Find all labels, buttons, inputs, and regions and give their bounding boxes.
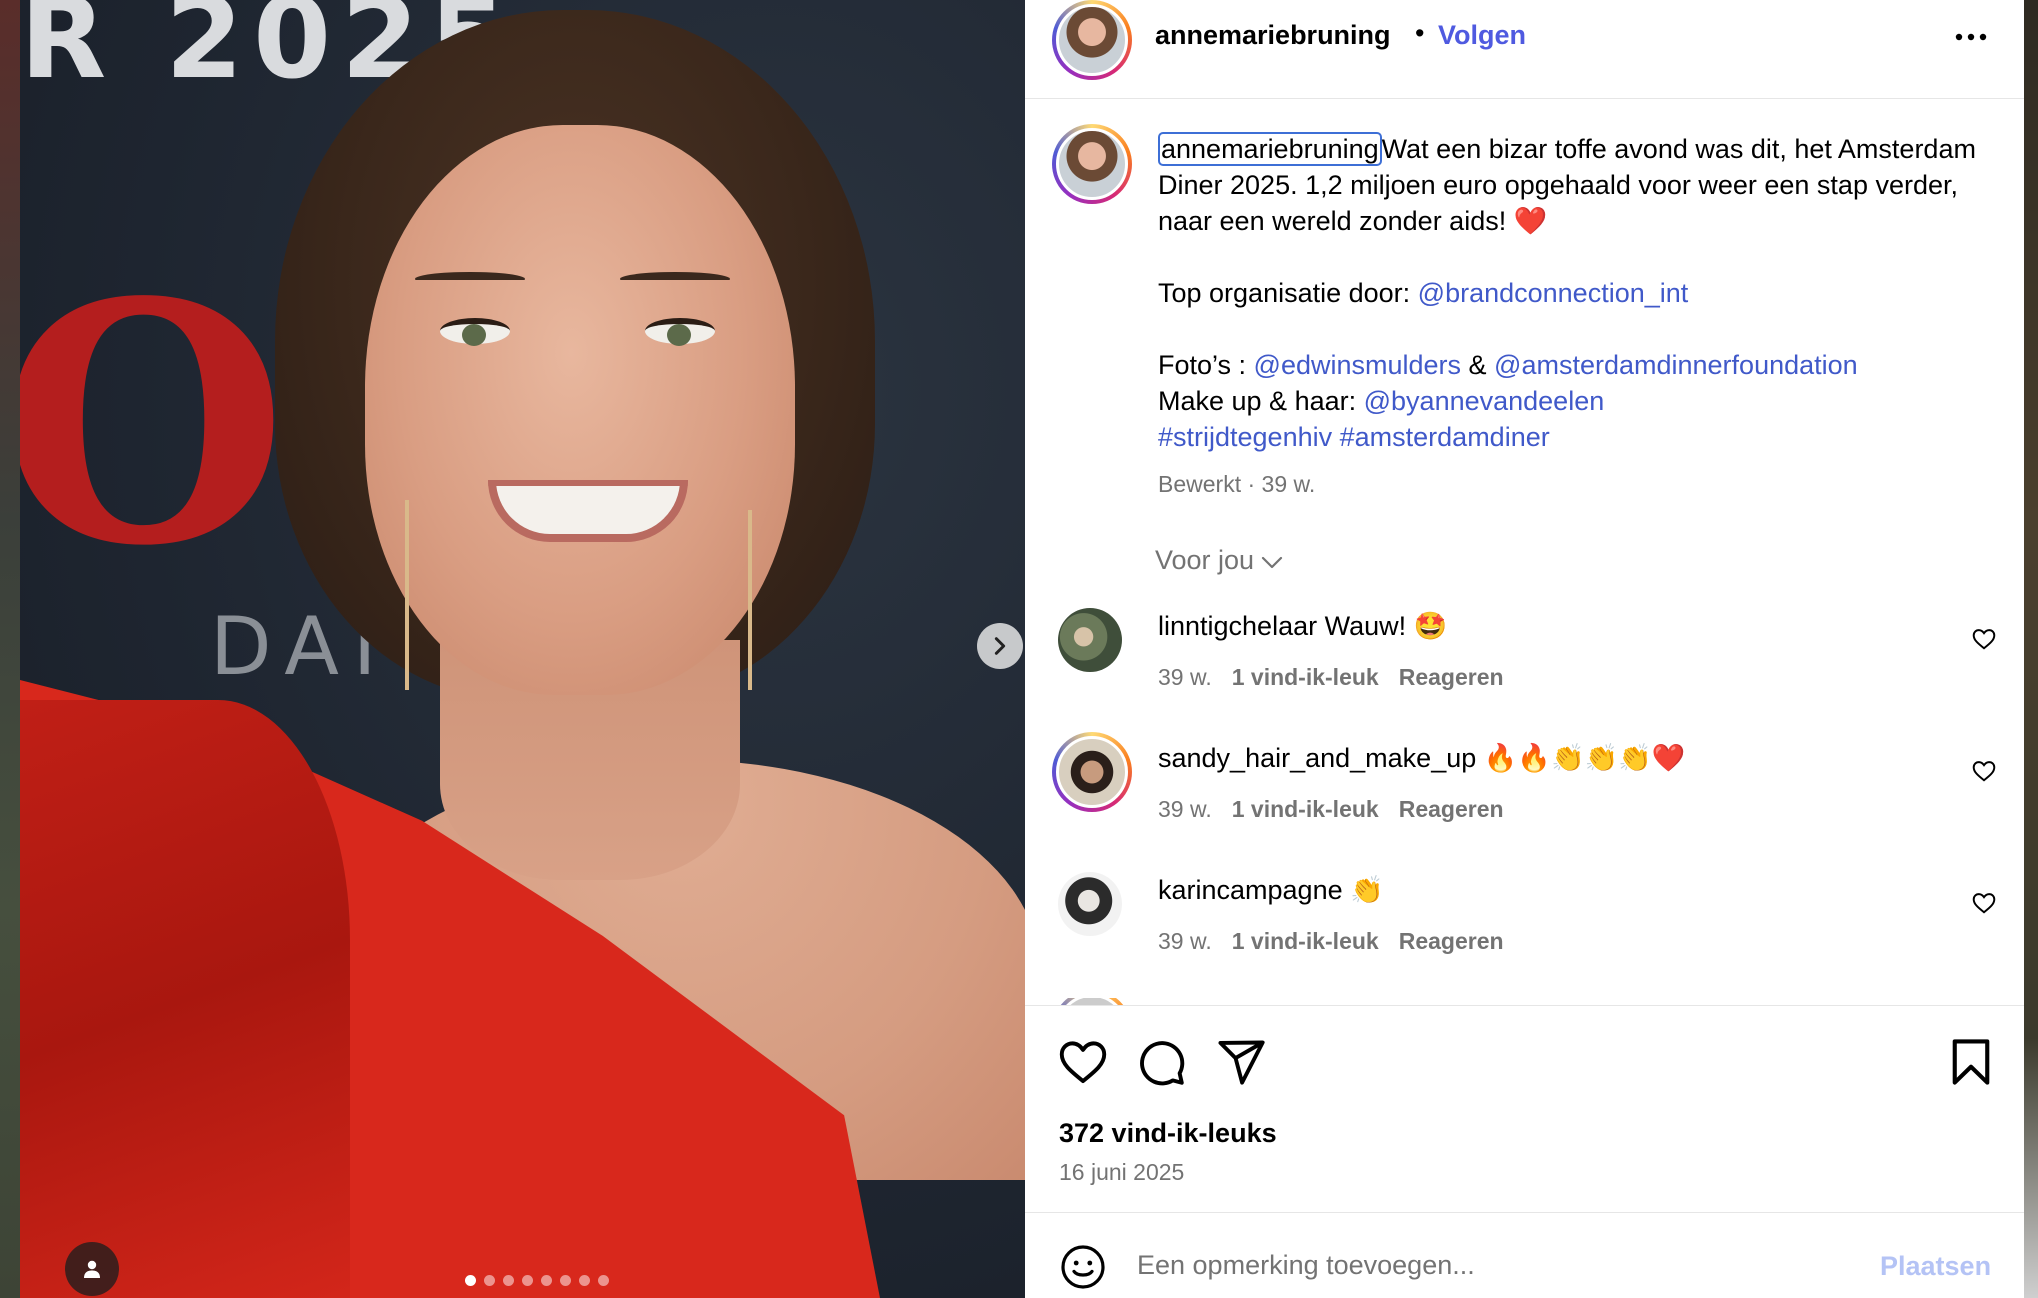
- author-username[interactable]: annemariebruning: [1155, 20, 1391, 51]
- comment-icon[interactable]: [1135, 1036, 1187, 1088]
- comment-text: 👏: [1350, 875, 1384, 905]
- commenter-avatar[interactable]: [1052, 732, 1132, 812]
- photo-earring: [748, 510, 752, 690]
- comment-item: sandy_hair_and_make_up 🔥🔥👏👏👏❤️ 39 w. 1 vi…: [1025, 732, 2024, 850]
- carousel-dot: [598, 1275, 609, 1286]
- photo-dress-ruffle: [20, 700, 350, 1298]
- comment-meta: 39 w. 1 vind-ik-leuk Reageren: [1158, 664, 1524, 691]
- comment-age: 39 w.: [1158, 796, 1212, 822]
- share-icon[interactable]: [1215, 1036, 1267, 1088]
- mention-link[interactable]: @edwinsmulders: [1254, 350, 1461, 380]
- post-comment-button[interactable]: Plaatsen: [1880, 1251, 1991, 1282]
- carousel-dot: [560, 1275, 571, 1286]
- caption-photos-prefix: Foto’s :: [1158, 350, 1254, 380]
- comment-item: linntigchelaar Wauw! 🤩 39 w. 1 vind-ik-le…: [1025, 608, 2024, 718]
- comment-likes[interactable]: 1 vind-ik-leuk: [1232, 664, 1379, 690]
- carousel-dot: [541, 1275, 552, 1286]
- comment-text-line: linntigchelaar Wauw! 🤩: [1158, 610, 1447, 642]
- commenter-username[interactable]: karincampagne: [1158, 875, 1343, 905]
- comment-item: karincampagne 👏 39 w. 1 vind-ik-leuk Reage…: [1025, 872, 2024, 982]
- caption-org-prefix: Top organisatie door:: [1158, 278, 1418, 308]
- carousel-dot: [465, 1275, 476, 1286]
- person-icon: [84, 1260, 100, 1278]
- header-separator: •: [1415, 18, 1425, 48]
- heart-icon[interactable]: [1057, 1036, 1109, 1088]
- comment-heart-icon[interactable]: [1971, 758, 1997, 784]
- more-options-button[interactable]: [1953, 17, 1997, 57]
- comment-likes[interactable]: 1 vind-ik-leuk: [1232, 796, 1379, 822]
- follow-button[interactable]: Volgen: [1438, 20, 1526, 51]
- photo-face: [365, 125, 795, 695]
- hashtag-link[interactable]: #strijdtegenhiv: [1158, 422, 1332, 452]
- mention-link[interactable]: @byannevandeelen: [1364, 386, 1605, 416]
- mention-link[interactable]: @amsterdamdinnerfoundation: [1494, 350, 1858, 380]
- comment-text-line: sandy_hair_and_make_up 🔥🔥👏👏👏❤️: [1158, 742, 1685, 774]
- add-comment-bar: Plaatsen: [1025, 1212, 2024, 1298]
- caption-and: &: [1461, 350, 1495, 380]
- comment-heart-icon[interactable]: [1971, 626, 1997, 652]
- instagram-post-modal: R 2025 Ou DAI annemariebruning • Volgen: [0, 0, 2038, 1298]
- bookmark-icon[interactable]: [1945, 1036, 1997, 1088]
- reply-button[interactable]: Reageren: [1399, 796, 1504, 822]
- post-actions: 372 vind-ik-leuks 16 juni 2025: [1025, 1005, 2024, 1215]
- commenter-username[interactable]: linntigchelaar: [1158, 611, 1317, 641]
- post-photo[interactable]: R 2025 Ou DAI: [20, 0, 1025, 1298]
- comment-text-line: karincampagne 👏: [1158, 874, 1384, 906]
- emoji-icon[interactable]: [1059, 1243, 1107, 1291]
- caption-meta: Bewerkt · 39 w.: [1158, 471, 1316, 497]
- comment-meta: 39 w. 1 vind-ik-leuk Reageren: [1158, 796, 1524, 823]
- carousel-next-button[interactable]: [977, 623, 1023, 669]
- chevron-right-icon: [994, 637, 1006, 655]
- photo-brow: [415, 272, 525, 286]
- comment-age: 39 w.: [1158, 664, 1212, 690]
- comment-sort-dropdown[interactable]: Voor jou: [1155, 545, 1284, 576]
- photo-smile: [488, 480, 688, 542]
- backdrop-left: [0, 0, 20, 1298]
- comment-age: 39 w.: [1158, 928, 1212, 954]
- likes-count[interactable]: 372 vind-ik-leuks: [1059, 1118, 1277, 1149]
- comment-text: Wauw! 🤩: [1324, 611, 1448, 641]
- carousel-dot: [579, 1275, 590, 1286]
- carousel-dot: [484, 1275, 495, 1286]
- caption-makeup-prefix: Make up & haar:: [1158, 386, 1364, 416]
- tagged-users-button[interactable]: [65, 1242, 119, 1296]
- carousel-dot: [522, 1275, 533, 1286]
- comment-sort-label: Voor jou: [1155, 545, 1255, 575]
- comment-input[interactable]: [1137, 1241, 1777, 1289]
- comment-likes[interactable]: 1 vind-ik-leuk: [1232, 928, 1379, 954]
- comment-meta: 39 w. 1 vind-ik-leuk Reageren: [1158, 928, 1524, 955]
- reply-button[interactable]: Reageren: [1399, 928, 1504, 954]
- post-side-panel: annemariebruning • Volgen annemariebruni…: [1025, 0, 2024, 1298]
- reply-button[interactable]: Reageren: [1399, 664, 1504, 690]
- post-date: 16 juni 2025: [1059, 1159, 1185, 1185]
- chevron-down-icon: [1261, 556, 1283, 568]
- caption-username-link[interactable]: annemariebruning: [1158, 132, 1382, 166]
- author-avatar[interactable]: [1052, 0, 1132, 80]
- photo-earring: [405, 500, 409, 690]
- comment-text: 🔥🔥👏👏👏❤️: [1483, 743, 1686, 773]
- hashtag-link[interactable]: #amsterdamdiner: [1340, 422, 1550, 452]
- photo-brow: [620, 272, 730, 286]
- photo-eye: [645, 318, 715, 346]
- backdrop-right: [2024, 0, 2038, 1298]
- commenter-avatar[interactable]: [1058, 872, 1122, 936]
- comment-heart-icon[interactable]: [1971, 890, 1997, 916]
- commenter-avatar[interactable]: [1058, 608, 1122, 672]
- carousel-dots: [465, 1275, 609, 1286]
- commenter-username[interactable]: sandy_hair_and_make_up: [1158, 743, 1476, 773]
- post-caption: annemariebruning Wat een bizar toffe avon…: [1158, 131, 1988, 455]
- photo-eye: [440, 318, 510, 346]
- more-horizontal-icon: [1955, 33, 1987, 41]
- post-header: annemariebruning • Volgen: [1025, 0, 2024, 99]
- mention-link[interactable]: @brandconnection_int: [1418, 278, 1689, 308]
- caption-author-avatar[interactable]: [1052, 124, 1132, 204]
- carousel-dot: [503, 1275, 514, 1286]
